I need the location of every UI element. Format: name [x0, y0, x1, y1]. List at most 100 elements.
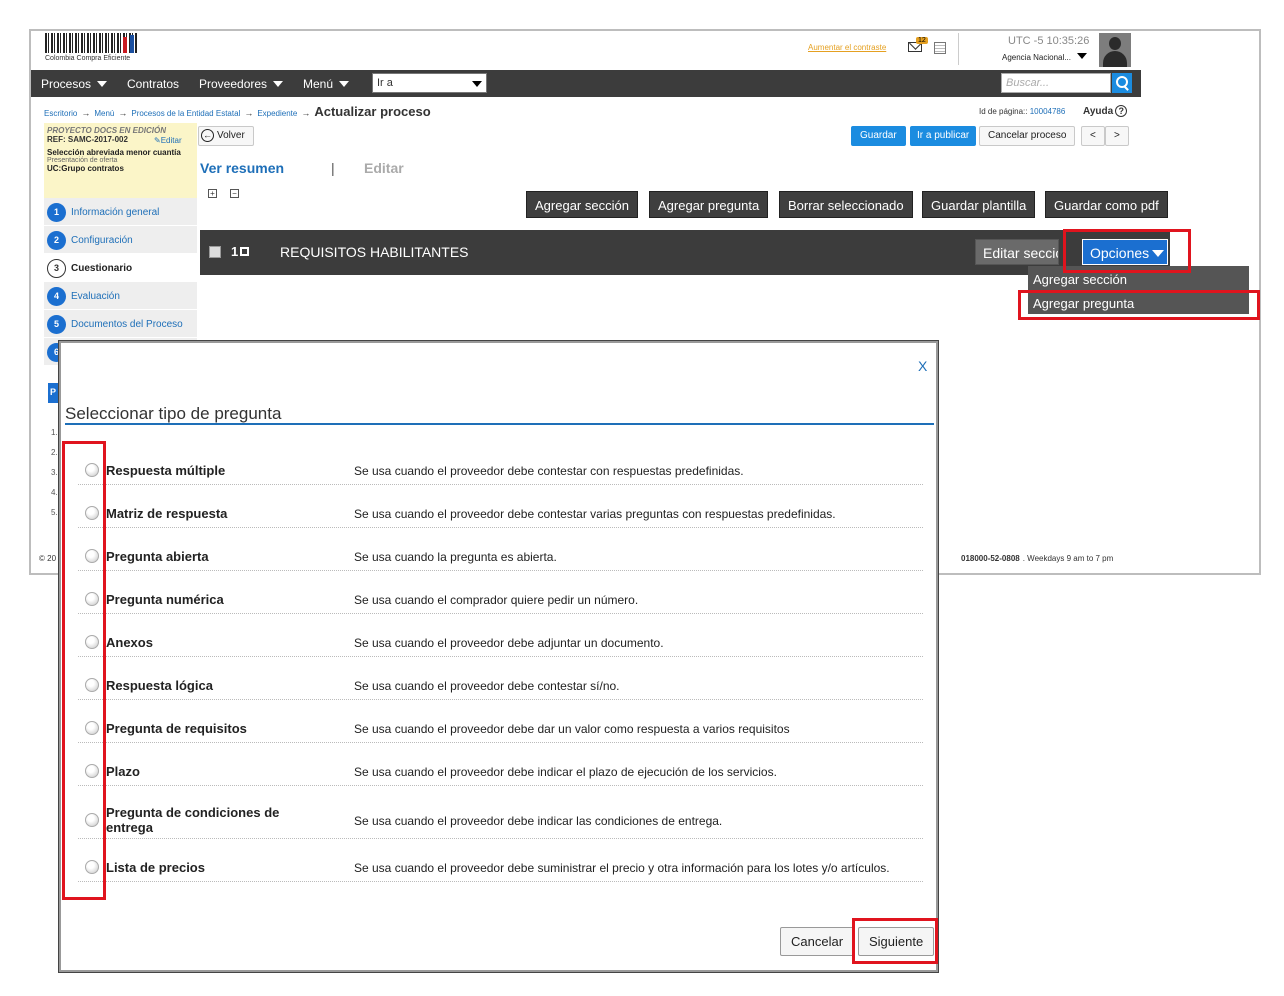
arrow-right-icon: → [301, 108, 311, 118]
footer-phone: 018000-52-0808 [961, 554, 1020, 563]
cancel-button[interactable]: Cancelar [780, 927, 855, 956]
question-type-name: Respuesta lógica [106, 678, 213, 693]
section-title: REQUISITOS HABILITANTES [280, 244, 469, 260]
step-informacion-general[interactable]: 1 Información general [44, 198, 197, 226]
step-label: Documentos del Proceso [71, 319, 183, 330]
chevron-down-icon [97, 81, 108, 87]
question-type-row[interactable]: Plazo Se usa cuando el proveedor debe ind… [78, 755, 923, 786]
step-evaluacion[interactable]: 4 Evaluación [44, 282, 197, 310]
footer-copyright: © 20 [39, 554, 57, 563]
question-type-row[interactable]: Pregunta de condiciones de entrega Se usa… [78, 798, 923, 839]
process-status: PROYECTO DOCS EN EDICIÓN [47, 126, 166, 135]
nav-proveedores[interactable]: Proveedores [199, 77, 284, 91]
question-type-row[interactable]: Pregunta numérica Se usa cuando el compra… [78, 583, 923, 614]
question-type-row[interactable]: Respuesta múltiple Se usa cuando el prove… [78, 454, 923, 485]
section-number-text: 1 [231, 244, 239, 259]
question-type-desc: Se usa cuando el proveedor debe dar un v… [354, 722, 790, 736]
nav-label: Contratos [127, 77, 180, 91]
goto-select[interactable]: Ir a [372, 73, 487, 93]
process-info-panel: PROYECTO DOCS EN EDICIÓN REF: SAMC-2017-… [44, 123, 197, 198]
chevron-down-icon [1076, 53, 1087, 59]
delete-selected-button[interactable]: Borrar seleccionado [779, 191, 913, 218]
agency-selector[interactable]: Agencia Nacional... [1002, 53, 1087, 62]
question-type-desc: Se usa cuando el proveedor debe contesta… [354, 507, 836, 521]
question-type-name: Lista de precios [106, 860, 205, 875]
question-type-desc: Se usa cuando el proveedor debe contesta… [354, 679, 620, 693]
collapse-all-icon[interactable]: − [230, 189, 239, 198]
add-question-button[interactable]: Agregar pregunta [649, 191, 769, 218]
agency-name: Agencia Nacional... [1002, 53, 1071, 62]
breadcrumb-item[interactable]: Menú [94, 109, 114, 118]
main-navbar: Procesos Contratos Proveedores Menú Ir a… [31, 70, 1141, 97]
breadcrumb-item[interactable]: Escritorio [44, 109, 77, 118]
question-type-desc: Se usa cuando el proveedor debe suminist… [354, 861, 890, 875]
tab-separator: | [331, 160, 335, 176]
chevron-down-icon [273, 81, 284, 87]
step-label: Evaluación [71, 291, 120, 302]
question-type-name: Pregunta abierta [106, 549, 209, 564]
question-type-name: Respuesta múltiple [106, 463, 226, 478]
arrow-right-icon: → [81, 108, 91, 118]
tab-edit[interactable]: Editar [364, 160, 404, 176]
collapse-icon[interactable] [240, 247, 250, 256]
question-type-row[interactable]: Pregunta de requisitos Se usa cuando el p… [78, 712, 923, 743]
help-link[interactable]: Ayuda? [1083, 105, 1128, 117]
tab-view-summary[interactable]: Ver resumen [200, 160, 284, 176]
avatar[interactable] [1099, 33, 1131, 67]
breadcrumb: Escritorio → Menú → Procesos de la Entidad E… [44, 104, 431, 119]
chevron-down-icon [472, 81, 482, 87]
prev-button[interactable]: < [1081, 126, 1105, 146]
nav-procesos[interactable]: Procesos [41, 77, 108, 91]
step-number: 4 [47, 287, 66, 306]
question-type-row[interactable]: Matriz de respuesta Se usa cuando el prov… [78, 497, 923, 528]
cancel-process-button[interactable]: Cancelar proceso [979, 126, 1076, 146]
back-arrow-icon: ← [201, 129, 214, 142]
nav-menu[interactable]: Menú [303, 77, 350, 91]
nav-label: Procesos [41, 77, 92, 91]
logo[interactable]: Colombia Compra Eficiente [45, 33, 137, 65]
question-type-desc: Se usa cuando el comprador quiere pedir … [354, 593, 639, 607]
edit-label: Editar [160, 136, 182, 145]
question-type-row[interactable]: Anexos Se usa cuando el proveedor debe ad… [78, 626, 923, 657]
close-icon[interactable]: X [918, 358, 927, 374]
save-button[interactable]: Guardar [851, 126, 906, 146]
back-label: Volver [217, 130, 245, 141]
save-template-button[interactable]: Guardar plantilla [922, 191, 1036, 218]
search-input[interactable]: Buscar... [1001, 73, 1111, 93]
section-checkbox[interactable] [209, 246, 221, 258]
question-type-row[interactable]: Respuesta lógica Se usa cuando el proveed… [78, 669, 923, 700]
question-type-name: Pregunta de condiciones de entrega [106, 805, 280, 835]
goto-label: Ir a [377, 77, 393, 89]
clock: UTC -5 10:35:26 [1008, 35, 1090, 47]
question-type-desc: Se usa cuando el proveedor debe indicar … [354, 765, 777, 779]
divider [958, 33, 959, 65]
breadcrumb-item[interactable]: Expediente [257, 109, 297, 118]
logo-text: Colombia Compra Eficiente [45, 55, 131, 62]
question-type-dialog: X Seleccionar tipo de pregunta Respuesta… [59, 341, 938, 972]
step-number: 2 [47, 231, 66, 250]
add-section-button[interactable]: Agregar sección [526, 191, 638, 218]
nav-contratos[interactable]: Contratos [127, 77, 179, 91]
next-button[interactable]: > [1105, 126, 1129, 146]
search-icon[interactable] [1112, 73, 1132, 93]
step-number: 1 [47, 203, 66, 222]
back-button[interactable]: ← Volver [198, 126, 254, 146]
contrast-link[interactable]: Aumentar el contraste [808, 43, 886, 52]
question-type-row[interactable]: Lista de precios Se usa cuando el proveed… [78, 851, 923, 882]
expand-all-icon[interactable]: + [208, 189, 217, 198]
edit-link[interactable]: ✎Editar [154, 136, 182, 145]
save-pdf-button[interactable]: Guardar como pdf [1045, 191, 1168, 218]
question-type-name: Pregunta de requisitos [106, 721, 247, 736]
breadcrumb-item[interactable]: Procesos de la Entidad Estatal [131, 109, 240, 118]
edit-section-button[interactable]: Editar sección [975, 239, 1059, 265]
step-configuracion[interactable]: 2 Configuración [44, 226, 197, 254]
step-label: Cuestionario [71, 263, 133, 274]
document-icon[interactable] [934, 42, 946, 54]
question-type-row[interactable]: Pregunta abierta Se usa cuando la pregunt… [78, 540, 923, 571]
publish-button[interactable]: Ir a publicar [910, 126, 977, 146]
menu-item-add-section[interactable]: Agregar sección [1033, 272, 1127, 287]
question-type-desc: Se usa cuando el proveedor debe contesta… [354, 464, 744, 478]
step-cuestionario[interactable]: 3 Cuestionario [44, 254, 197, 282]
question-type-desc: Se usa cuando la pregunta es abierta. [354, 550, 557, 564]
step-documentos[interactable]: 5 Documentos del Proceso [44, 310, 197, 338]
